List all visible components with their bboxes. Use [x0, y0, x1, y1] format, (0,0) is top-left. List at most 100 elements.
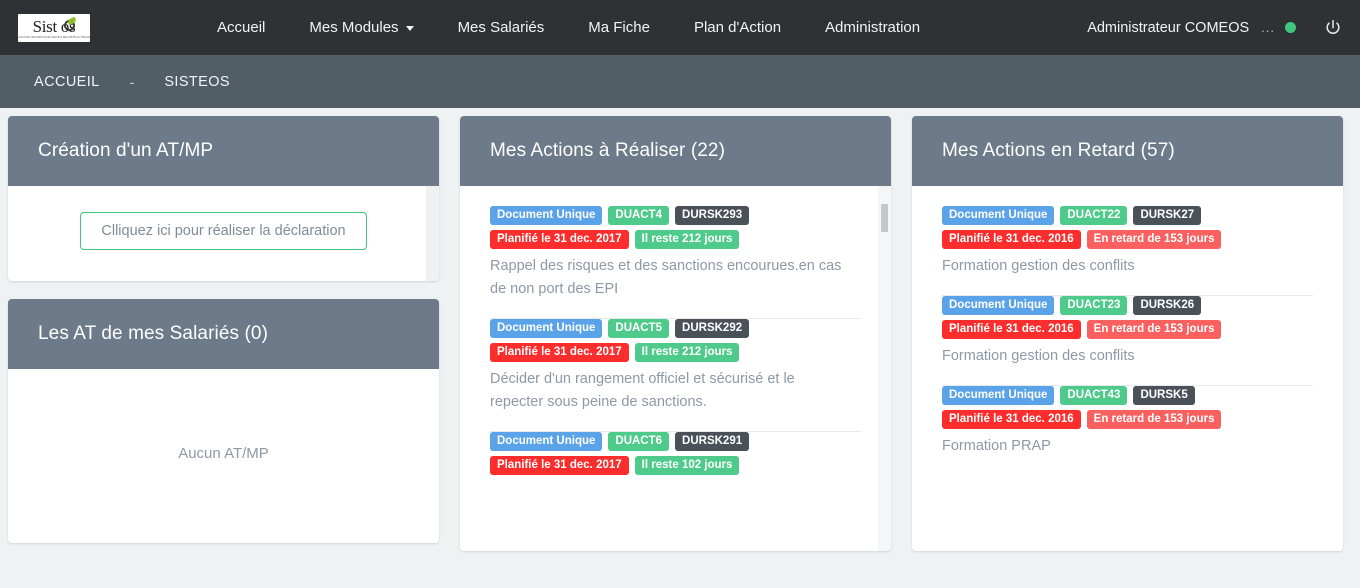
- online-status-dot: [1285, 22, 1296, 33]
- badge-planned-date[interactable]: Planifié le 31 dec. 2016: [942, 320, 1081, 339]
- card-actions-late: Mes Actions en Retard (57) Document Uniq…: [912, 116, 1343, 551]
- badge-risk-code[interactable]: DURSK292: [675, 319, 750, 338]
- logo-sisteos[interactable]: Sist os SOLUTION INFORMATIQUE SANTÉ & SÉ…: [18, 13, 90, 42]
- badge-row: Document Unique DUACT43 DURSK5: [942, 386, 1313, 405]
- badge-row: Planifié le 31 dec. 2017 Il reste 212 jo…: [490, 343, 861, 362]
- leaf-apple-icon: [63, 19, 75, 31]
- badge-module[interactable]: Document Unique: [490, 206, 603, 225]
- card-actions-todo: Mes Actions à Réaliser (22) Document Uni…: [460, 116, 891, 551]
- action-description: Formation gestion des conflits: [942, 258, 1135, 274]
- badge-action-code[interactable]: DUACT23: [1060, 296, 1128, 315]
- logo-wordmark: Sist os: [32, 16, 76, 36]
- chevron-down-icon: [405, 26, 414, 31]
- breadcrumb-item-sisteos: SISTEOS: [164, 73, 230, 90]
- badge-remaining-days[interactable]: Il reste 212 jours: [634, 230, 740, 249]
- column-left: Création d'un AT/MP Clliquez ici pour ré…: [8, 116, 439, 588]
- list-item[interactable]: Document Unique DUACT22 DURSK27 Planifié…: [942, 206, 1313, 295]
- column-right: Mes Actions en Retard (57) Document Uniq…: [912, 116, 1343, 588]
- badge-row: Document Unique DUACT6 DURSK291: [490, 432, 861, 451]
- nav-item-label: Ma Fiche: [588, 19, 650, 36]
- badge-remaining-days[interactable]: Il reste 102 jours: [634, 456, 740, 475]
- badge-overdue-days[interactable]: En retard de 153 jours: [1086, 230, 1222, 249]
- nav-item-accueil[interactable]: Accueil: [203, 13, 279, 42]
- breadcrumb-separator: -: [129, 73, 135, 90]
- badge-action-code[interactable]: DUACT43: [1060, 386, 1128, 405]
- nav-item-label: Administration: [825, 19, 921, 36]
- nav-user-area: Administrateur COMEOS ...: [1087, 17, 1344, 39]
- action-description: Décider d'un rangement officiel et sécur…: [490, 371, 795, 410]
- list-item[interactable]: Document Unique DUACT5 DURSK292 Planifié…: [490, 319, 861, 431]
- badge-action-code[interactable]: DUACT6: [608, 432, 670, 451]
- nav-item-plan-daction[interactable]: Plan d'Action: [680, 13, 795, 42]
- actions-late-list: Document Unique DUACT22 DURSK27 Planifié…: [912, 186, 1343, 551]
- card-body: Aucun AT/MP: [8, 369, 439, 543]
- action-description: Rappel des risques et des sanctions enco…: [490, 258, 842, 297]
- breadcrumb-item-accueil[interactable]: ACCUEIL: [34, 74, 100, 90]
- badge-module[interactable]: Document Unique: [942, 206, 1055, 225]
- action-description: Formation PRAP: [942, 438, 1051, 454]
- card-title: Les AT de mes Salariés (0): [8, 299, 439, 369]
- actions-todo-list: Document Unique DUACT4 DURSK293 Planifié…: [460, 186, 891, 551]
- badge-planned-date[interactable]: Planifié le 31 dec. 2017: [490, 343, 629, 362]
- badge-row: Document Unique DUACT5 DURSK292: [490, 319, 861, 338]
- top-navigation-bar: Sist os SOLUTION INFORMATIQUE SANTÉ & SÉ…: [0, 0, 1360, 55]
- badge-planned-date[interactable]: Planifié le 31 dec. 2017: [490, 456, 629, 475]
- logo-tagline: SOLUTION INFORMATIQUE SANTÉ & SÉCURITÉ A…: [18, 35, 90, 39]
- badge-row: Document Unique DUACT4 DURSK293: [490, 206, 861, 225]
- card-title: Mes Actions à Réaliser (22): [460, 116, 891, 186]
- nav-item-mes-salaries[interactable]: Mes Salariés: [444, 13, 559, 42]
- badge-action-code[interactable]: DUACT5: [608, 319, 670, 338]
- badge-overdue-days[interactable]: En retard de 153 jours: [1086, 320, 1222, 339]
- badge-module[interactable]: Document Unique: [490, 319, 603, 338]
- breadcrumb: ACCUEIL - SISTEOS: [0, 55, 1360, 108]
- badge-risk-code[interactable]: DURSK27: [1133, 206, 1202, 225]
- action-description: Formation gestion des conflits: [942, 348, 1135, 364]
- badge-action-code[interactable]: DUACT22: [1060, 206, 1128, 225]
- badge-module[interactable]: Document Unique: [490, 432, 603, 451]
- badge-planned-date[interactable]: Planifié le 31 dec. 2016: [942, 230, 1081, 249]
- list-item[interactable]: Document Unique DUACT23 DURSK26 Planifié…: [942, 296, 1313, 385]
- badge-row: Document Unique DUACT23 DURSK26: [942, 296, 1313, 315]
- nav-item-label: Accueil: [217, 19, 266, 36]
- badge-row: Document Unique DUACT22 DURSK27: [942, 206, 1313, 225]
- badge-row: Planifié le 31 dec. 2016 En retard de 15…: [942, 230, 1313, 249]
- badge-risk-code[interactable]: DURSK26: [1133, 296, 1202, 315]
- nav-item-label: Mes Modules: [309, 19, 399, 36]
- card-body: Document Unique DUACT22 DURSK27 Planifié…: [912, 186, 1343, 551]
- main-nav-links: Accueil Mes Modules Mes Salariés Ma Fich…: [195, 13, 942, 42]
- badge-risk-code[interactable]: DURSK5: [1133, 386, 1195, 405]
- nav-item-administration[interactable]: Administration: [811, 13, 934, 42]
- nav-item-ma-fiche[interactable]: Ma Fiche: [574, 13, 664, 42]
- badge-remaining-days[interactable]: Il reste 212 jours: [634, 343, 740, 362]
- badge-action-code[interactable]: DUACT4: [608, 206, 670, 225]
- badge-row: Planifié le 31 dec. 2016 En retard de 15…: [942, 320, 1313, 339]
- badge-risk-code[interactable]: DURSK291: [675, 432, 750, 451]
- badge-risk-code[interactable]: DURSK293: [675, 206, 750, 225]
- column-middle: Mes Actions à Réaliser (22) Document Uni…: [460, 116, 891, 588]
- power-icon[interactable]: [1322, 17, 1344, 39]
- badge-planned-date[interactable]: Planifié le 31 dec. 2017: [490, 230, 629, 249]
- scrollbar-track[interactable]: [878, 186, 891, 551]
- nav-item-label: Mes Salariés: [457, 19, 545, 36]
- badge-module[interactable]: Document Unique: [942, 386, 1055, 405]
- scrollbar-track[interactable]: [426, 186, 439, 281]
- list-item[interactable]: Document Unique DUACT4 DURSK293 Planifié…: [490, 206, 861, 318]
- card-body: Clliquez ici pour réaliser la déclaratio…: [8, 186, 439, 281]
- list-item[interactable]: Document Unique DUACT43 DURSK5 Planifié …: [942, 386, 1313, 475]
- declaration-button[interactable]: Clliquez ici pour réaliser la déclaratio…: [80, 212, 367, 250]
- badge-planned-date[interactable]: Planifié le 31 dec. 2016: [942, 410, 1081, 429]
- nav-item-label: Plan d'Action: [693, 19, 782, 36]
- badge-row: Planifié le 31 dec. 2017 Il reste 102 jo…: [490, 456, 861, 475]
- badge-overdue-days[interactable]: En retard de 153 jours: [1086, 410, 1222, 429]
- badge-module[interactable]: Document Unique: [942, 296, 1055, 315]
- overflow-dots-icon[interactable]: ...: [1261, 21, 1275, 34]
- card-title: Création d'un AT/MP: [8, 116, 439, 186]
- card-body: Document Unique DUACT4 DURSK293 Planifié…: [460, 186, 891, 551]
- card-title: Mes Actions en Retard (57): [912, 116, 1343, 186]
- user-name-label[interactable]: Administrateur COMEOS: [1087, 20, 1249, 36]
- nav-item-mes-modules[interactable]: Mes Modules: [295, 13, 427, 42]
- scrollbar-thumb[interactable]: [881, 204, 888, 232]
- badge-row: Planifié le 31 dec. 2016 En retard de 15…: [942, 410, 1313, 429]
- list-item[interactable]: Document Unique DUACT6 DURSK291 Planifié…: [490, 432, 861, 497]
- dashboard-grid: Création d'un AT/MP Clliquez ici pour ré…: [0, 108, 1360, 588]
